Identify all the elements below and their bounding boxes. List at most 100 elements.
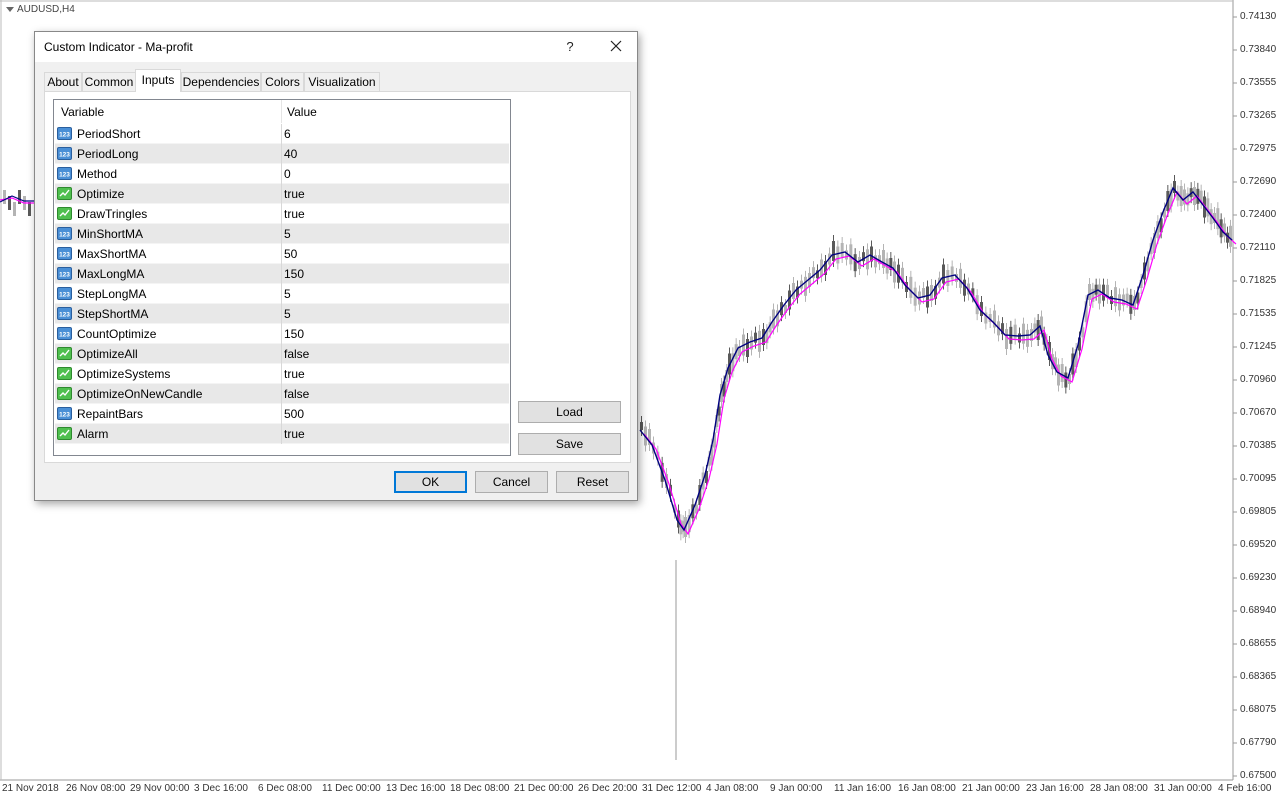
input-row-drawtringles[interactable]: DrawTringles true <box>55 204 509 224</box>
input-row-maxlongma[interactable]: 123 MaxLongMA 150 <box>55 264 509 284</box>
time-tick-label: 13 Dec 16:00 <box>386 783 446 794</box>
column-divider <box>281 144 282 164</box>
column-divider <box>281 384 282 404</box>
column-divider <box>281 244 282 264</box>
input-row-stepshortma[interactable]: 123 StepShortMA 5 <box>55 304 509 324</box>
variable-value[interactable]: 5 <box>284 227 291 241</box>
price-tick-label: 0.72400 <box>1240 209 1277 220</box>
input-row-optimizeonnewcandle[interactable]: OptimizeOnNewCandle false <box>55 384 509 404</box>
column-divider <box>281 164 282 184</box>
integer-type-icon: 123 <box>57 227 72 240</box>
cancel-button[interactable]: Cancel <box>475 471 548 493</box>
dropdown-triangle-icon <box>6 6 14 12</box>
boolean-type-icon <box>57 207 72 220</box>
grid-rows: 123 PeriodShort 6 123 PeriodLong 40 123 Method 0… <box>55 124 509 444</box>
dialog-titlebar[interactable]: Custom Indicator - Ma-profit ? <box>35 32 637 62</box>
tab-inputs[interactable]: Inputs <box>135 69 181 92</box>
reset-button[interactable]: Reset <box>556 471 629 493</box>
custom-indicator-dialog: Custom Indicator - Ma-profit ? About Com… <box>34 31 638 501</box>
integer-type-icon: 123 <box>57 407 72 420</box>
save-button[interactable]: Save <box>518 433 621 455</box>
help-button[interactable]: ? <box>559 37 581 57</box>
price-tick-label: 0.72690 <box>1240 176 1277 187</box>
variable-value[interactable]: true <box>284 427 305 441</box>
header-variable[interactable]: Variable <box>61 105 104 119</box>
time-tick-label: 31 Dec 12:00 <box>642 783 702 794</box>
variable-value[interactable]: 5 <box>284 307 291 321</box>
variable-value[interactable]: 150 <box>284 267 304 281</box>
svg-text:123: 123 <box>59 252 70 259</box>
tab-common[interactable]: Common <box>82 72 136 91</box>
variable-value[interactable]: 150 <box>284 327 304 341</box>
integer-type-icon: 123 <box>57 167 72 180</box>
input-row-steplongma[interactable]: 123 StepLongMA 5 <box>55 284 509 304</box>
input-row-periodshort[interactable]: 123 PeriodShort 6 <box>55 124 509 144</box>
variable-value[interactable]: 0 <box>284 167 291 181</box>
variable-value[interactable]: 500 <box>284 407 304 421</box>
svg-text:123: 123 <box>59 332 70 339</box>
column-divider <box>281 324 282 344</box>
grid-header: Variable Value <box>54 100 510 123</box>
integer-type-icon: 123 <box>57 147 72 160</box>
tab-visualization[interactable]: Visualization <box>304 72 380 91</box>
time-tick-label: 9 Jan 00:00 <box>770 783 823 794</box>
inputs-grid: Variable Value 123 PeriodShort 6 123 PeriodL… <box>53 99 511 456</box>
price-tick-label: 0.69805 <box>1240 506 1277 517</box>
price-tick-label: 0.67790 <box>1240 737 1277 748</box>
variable-name: CountOptimize <box>77 327 157 341</box>
price-tick-label: 0.71535 <box>1240 308 1277 319</box>
variable-name: Method <box>77 167 118 181</box>
time-tick-label: 26 Nov 08:00 <box>66 783 126 794</box>
variable-value[interactable]: false <box>284 387 309 401</box>
column-divider <box>281 304 282 324</box>
chart-symbol-label: AUDUSD,H4 <box>6 4 75 15</box>
variable-value[interactable]: false <box>284 347 309 361</box>
tab-dependencies[interactable]: Dependencies <box>181 72 261 91</box>
integer-type-icon: 123 <box>57 127 72 140</box>
variable-value[interactable]: 40 <box>284 147 297 161</box>
price-tick-label: 0.68365 <box>1240 671 1277 682</box>
variable-name: DrawTringles <box>77 207 148 221</box>
input-row-minshortma[interactable]: 123 MinShortMA 5 <box>55 224 509 244</box>
input-row-optimizeall[interactable]: OptimizeAll false <box>55 344 509 364</box>
price-tick-label: 0.69520 <box>1240 539 1277 550</box>
input-row-repaintbars[interactable]: 123 RepaintBars 500 <box>55 404 509 424</box>
variable-value[interactable]: true <box>284 187 305 201</box>
input-row-alarm[interactable]: Alarm true <box>55 424 509 444</box>
header-value[interactable]: Value <box>287 105 317 119</box>
price-tick-label: 0.67500 <box>1240 770 1277 781</box>
input-row-optimize[interactable]: Optimize true <box>55 184 509 204</box>
load-button[interactable]: Load <box>518 401 621 423</box>
close-button[interactable] <box>603 37 629 57</box>
input-row-optimizesystems[interactable]: OptimizeSystems true <box>55 364 509 384</box>
input-row-method[interactable]: 123 Method 0 <box>55 164 509 184</box>
variable-value[interactable]: true <box>284 367 305 381</box>
variable-name: MaxLongMA <box>77 267 145 281</box>
variable-value[interactable]: 50 <box>284 247 297 261</box>
price-tick-label: 0.73840 <box>1240 44 1277 55</box>
price-tick-label: 0.70095 <box>1240 473 1277 484</box>
ok-button[interactable]: OK <box>394 471 467 493</box>
input-row-countoptimize[interactable]: 123 CountOptimize 150 <box>55 324 509 344</box>
integer-type-icon: 123 <box>57 307 72 320</box>
boolean-type-icon <box>57 187 72 200</box>
variable-name: MinShortMA <box>77 227 144 241</box>
variable-value[interactable]: true <box>284 207 305 221</box>
time-tick-label: 6 Dec 08:00 <box>258 783 312 794</box>
tab-colors[interactable]: Colors <box>261 72 304 91</box>
variable-name: RepaintBars <box>77 407 144 421</box>
variable-value[interactable]: 6 <box>284 127 291 141</box>
close-icon <box>610 40 622 52</box>
header-divider[interactable] <box>281 100 282 123</box>
svg-text:123: 123 <box>59 152 70 159</box>
tab-about[interactable]: About <box>44 72 82 91</box>
input-row-maxshortma[interactable]: 123 MaxShortMA 50 <box>55 244 509 264</box>
input-row-periodlong[interactable]: 123 PeriodLong 40 <box>55 144 509 164</box>
variable-name: Alarm <box>77 427 109 441</box>
column-divider <box>281 364 282 384</box>
time-tick-label: 4 Jan 08:00 <box>706 783 759 794</box>
variable-value[interactable]: 5 <box>284 287 291 301</box>
variable-name: StepShortMA <box>77 307 149 321</box>
integer-type-icon: 123 <box>57 327 72 340</box>
price-tick-label: 0.68940 <box>1240 605 1277 616</box>
